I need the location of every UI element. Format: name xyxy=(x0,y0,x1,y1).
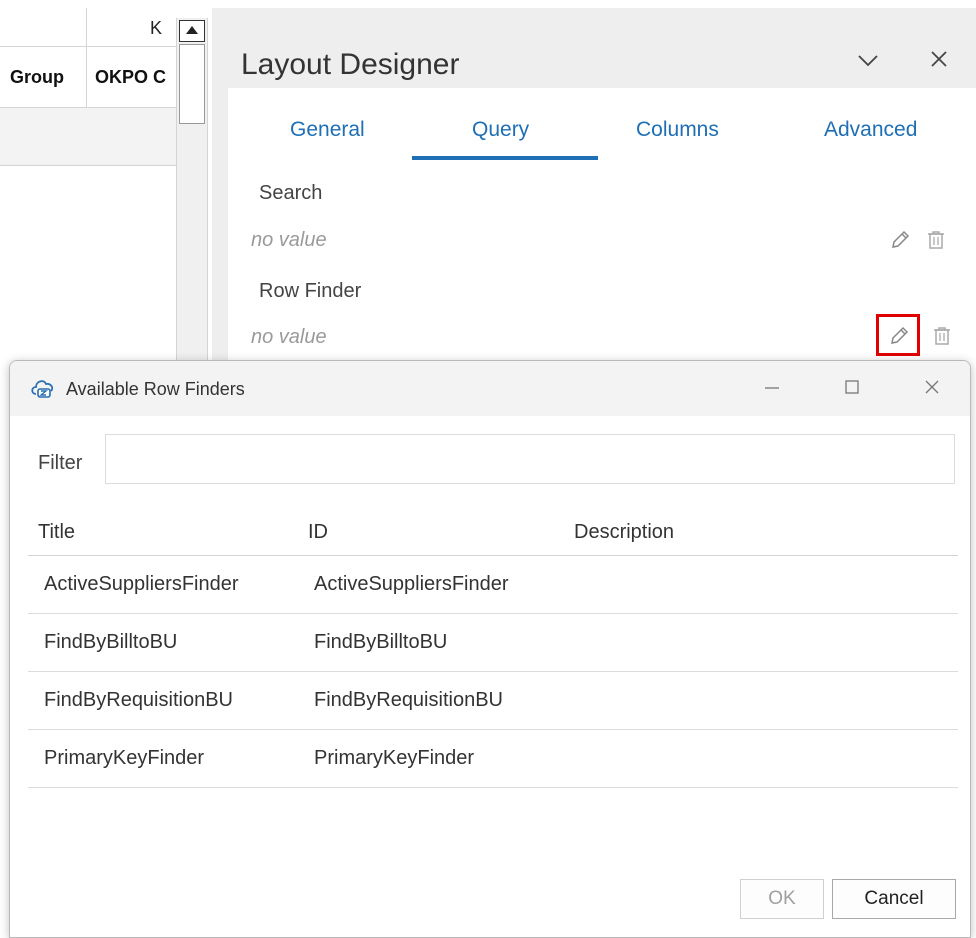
list-item[interactable]: PrimaryKeyFinder PrimaryKeyFinder xyxy=(28,730,958,788)
column-header-title[interactable]: Title xyxy=(38,521,75,544)
column-header-id[interactable]: ID xyxy=(308,521,328,544)
list-header: Title ID Description xyxy=(28,513,958,556)
maximize-icon[interactable] xyxy=(832,371,872,405)
close-icon[interactable] xyxy=(924,46,954,76)
active-tab-indicator xyxy=(412,156,598,160)
pencil-icon xyxy=(891,326,909,344)
row-title: FindByBilltoBU xyxy=(44,631,178,653)
delete-row-finder-button[interactable] xyxy=(926,320,958,352)
dialog-title: Available Row Finders xyxy=(66,379,245,399)
search-value: no value xyxy=(251,229,327,251)
header-cell-group[interactable]: Group xyxy=(10,67,64,88)
sheet-data-row[interactable] xyxy=(0,108,176,166)
trash-icon xyxy=(928,231,944,249)
row-title: ActiveSuppliersFinder xyxy=(44,573,239,595)
sheet-header-row: Group OKPO C xyxy=(0,47,176,108)
row-id: FindByBilltoBU xyxy=(314,631,448,653)
pane-title: Layout Designer xyxy=(241,48,460,81)
row-id: PrimaryKeyFinder xyxy=(314,747,475,769)
list-item[interactable]: FindByRequisitionBU FindByRequisitionBU xyxy=(28,672,958,730)
scroll-thumb[interactable] xyxy=(179,44,205,124)
chevron-down-icon[interactable] xyxy=(853,46,883,76)
pencil-icon xyxy=(892,230,910,248)
trash-icon xyxy=(934,327,950,345)
scroll-up-button[interactable] xyxy=(179,20,205,42)
edit-row-finder-button[interactable] xyxy=(876,314,920,356)
row-finder-label: Row Finder xyxy=(259,280,362,302)
ok-button[interactable]: OK xyxy=(740,879,824,919)
tab-columns[interactable]: Columns xyxy=(636,118,719,142)
minimize-icon[interactable] xyxy=(752,371,792,405)
list-item[interactable]: ActiveSuppliersFinder ActiveSuppliersFin… xyxy=(28,556,958,614)
row-id: ActiveSuppliersFinder xyxy=(314,573,509,595)
tab-query[interactable]: Query xyxy=(472,118,529,142)
row-title: PrimaryKeyFinder xyxy=(44,747,205,769)
tab-general[interactable]: General xyxy=(290,118,365,142)
filter-label: Filter xyxy=(38,452,83,474)
tab-advanced[interactable]: Advanced xyxy=(824,118,917,142)
list-item[interactable]: FindByBilltoBU FindByBilltoBU xyxy=(28,614,958,672)
filter-input[interactable] xyxy=(105,434,955,484)
cancel-button[interactable]: Cancel xyxy=(832,879,956,919)
edit-search-button[interactable] xyxy=(884,224,916,256)
delete-search-button[interactable] xyxy=(920,224,952,256)
search-label: Search xyxy=(259,182,323,204)
close-icon[interactable] xyxy=(912,371,952,405)
dialog-titlebar[interactable]: Available Row Finders xyxy=(10,361,970,416)
row-finder-value: no value xyxy=(251,326,327,348)
header-cell-okpo[interactable]: OKPO C xyxy=(95,67,175,88)
column-letter-k[interactable]: K xyxy=(150,18,162,39)
available-row-finders-dialog: Available Row Finders Filter Title ID De… xyxy=(9,360,971,938)
column-header-description[interactable]: Description xyxy=(574,521,674,544)
column-letter-row: K xyxy=(0,8,176,47)
cloud-logo-icon xyxy=(29,375,57,404)
row-title: FindByRequisitionBU xyxy=(44,689,233,711)
row-id: FindByRequisitionBU xyxy=(314,689,503,711)
